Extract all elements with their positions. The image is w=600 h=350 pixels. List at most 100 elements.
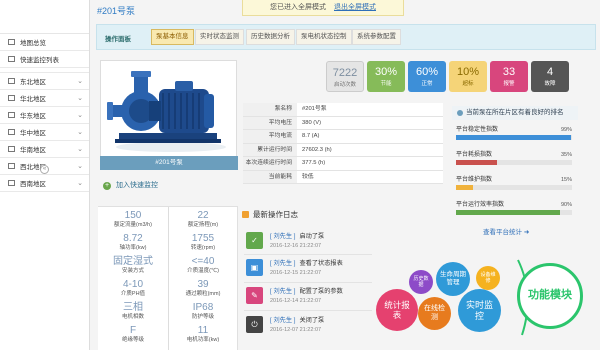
sidebar-item-northeast[interactable]: 东北地区 ⌄ xyxy=(0,73,89,90)
folder-icon xyxy=(8,163,15,169)
info-key: 平均电压 xyxy=(243,116,297,129)
spec-label: 电机功率(kw) xyxy=(186,337,220,343)
indicator-header: 当前泵在所在片区有着良好的排名 xyxy=(452,106,578,120)
log-item: ✎ [ 刘先生 ] 配置了泵的参数 2016-12-14 21:22:07 xyxy=(244,284,364,308)
info-value: 377.5 (h) xyxy=(297,157,443,170)
log-user[interactable]: [ 刘先生 ] xyxy=(270,317,295,324)
indicator-maintenance: 平台维护指数 15% xyxy=(456,176,572,190)
sidebar-item-label: 东北地区 xyxy=(20,79,46,86)
spec-cell: 固定湿式 安装方式 xyxy=(98,256,168,275)
indicator-track xyxy=(456,135,572,140)
spec-cell: 8.72 轴功率(kw) xyxy=(98,233,168,252)
chevron-down-icon: ⌄ xyxy=(77,95,83,102)
pump-image xyxy=(107,71,226,152)
spec-cell: 4-10 介质PH值 xyxy=(98,279,168,298)
spec-label: 轴功率(kw) xyxy=(119,245,147,251)
spec-cell: IP68 防护等级 xyxy=(168,302,238,321)
indicator-label: 平台耗损指数 xyxy=(456,152,493,158)
indicator-title: 当前泵在所在片区有着良好的排名 xyxy=(466,109,564,116)
log-user[interactable]: [ 刘先生 ] xyxy=(270,233,295,240)
tab-history-analysis[interactable]: 历史数据分析 xyxy=(246,29,295,45)
sidebar-item-quick-monitor[interactable]: 快速监控列表 xyxy=(0,51,89,68)
log-user[interactable]: [ 刘先生 ] xyxy=(270,288,295,295)
log-time: 2016-12-07 21:22:07 xyxy=(270,327,322,333)
bubble-history-data[interactable]: 历史数据 xyxy=(409,270,433,294)
log-action: 关闭了泵 xyxy=(299,317,325,324)
spec-value: IP68 xyxy=(192,302,214,313)
bubble-function-module[interactable]: 功能模块 xyxy=(517,263,583,329)
view-statistics-link[interactable]: 查看平台统计 ➜ xyxy=(483,226,529,236)
add-quick-monitor-button[interactable]: + 加入快速监控 xyxy=(103,180,158,190)
stat-label: 报警 xyxy=(503,81,515,87)
tab-motor-control[interactable]: 泵电机状态控制 xyxy=(296,29,352,45)
info-row: 本次连续运行时间 377.5 (h) xyxy=(243,157,443,171)
bubble-statistics-report[interactable]: 统计报表 xyxy=(376,289,418,331)
indicator-label: 平台维护指数 xyxy=(456,177,493,183)
spec-cell: 1755 转速(rpm) xyxy=(168,233,238,252)
log-item: ⏻ [ 刘先生 ] 关闭了泵 2016-12-07 21:22:07 xyxy=(244,313,364,337)
info-value: 27602.3 (h) xyxy=(297,143,443,156)
sidebar-item-southwest[interactable]: 西南地区 ⌄ xyxy=(0,175,89,192)
bubble-lifecycle[interactable]: 生命周期管理 xyxy=(436,262,470,296)
bubble-equipment-repair[interactable]: 设备维修 xyxy=(476,266,500,290)
chevron-down-icon: ⌄ xyxy=(77,78,83,85)
stat-value: 30% xyxy=(374,66,398,78)
sidebar-item-east[interactable]: 华东地区 ⌄ xyxy=(0,107,89,124)
sidebar-item-south[interactable]: 华南地区 ⌄ xyxy=(0,141,89,158)
spec-label: 防护等级 xyxy=(191,314,214,320)
tab-basic-info[interactable]: 泵基本信息 xyxy=(151,29,194,45)
stat-exceed: 10% 超标 xyxy=(449,61,487,92)
spec-cell: F 绝缘等级 xyxy=(98,325,168,344)
spec-value: <=40 xyxy=(191,256,215,267)
spec-cell: <=40 介质温度(℃) xyxy=(168,256,238,275)
sidebar: 地图总览 快速监控列表 东北地区 ⌄ 华北地区 ⌄ 华东地区 ⌄ 华中地区 ⌄ 华南地区… xyxy=(0,0,90,350)
sidebar-item-label: 华中地区 xyxy=(20,130,46,137)
bubble-online-detection[interactable]: 在线检测 xyxy=(418,297,451,330)
pump-info-table: 泵名称 #201号泵 平均电压 380 (V) 平均电流 8.7 (A) 累计运行时间… xyxy=(243,103,443,184)
tab-system-config[interactable]: 系统参数配置 xyxy=(352,29,401,45)
sidebar-item-central[interactable]: 华中地区 ⌄ xyxy=(0,124,89,141)
operation-panel: 操作面板 泵基本信息 实时状态监测 历史数据分析 泵电机状态控制 系统参数配置 xyxy=(96,24,596,50)
spec-value: 1755 xyxy=(191,233,215,244)
info-row: 泵名称 #201号泵 xyxy=(243,103,443,117)
spec-cell: 11 电机功率(kw) xyxy=(168,325,238,344)
exit-fullscreen-link[interactable]: 退出全屏模式 xyxy=(334,4,376,11)
folder-icon xyxy=(8,129,15,135)
log-time: 2016-12-16 21:22:07 xyxy=(270,243,322,249)
rss-icon xyxy=(242,211,249,218)
info-key: 平均电流 xyxy=(243,130,297,143)
indicator-percent: 99% xyxy=(560,127,572,133)
stat-label: 启动次数 xyxy=(333,82,356,88)
spec-label: 电机相数 xyxy=(121,314,144,320)
sidebar-item-north[interactable]: 华北地区 ⌄ xyxy=(0,90,89,107)
tab-realtime-monitor[interactable]: 实时状态监测 xyxy=(195,29,244,45)
sidebar-item-label: 华东地区 xyxy=(20,113,46,120)
spec-value: 39 xyxy=(197,279,209,290)
operation-panel-label: 操作面板 xyxy=(105,36,131,43)
spec-value: F xyxy=(129,325,137,336)
list-icon xyxy=(8,56,15,62)
sidebar-item-map-overview[interactable]: 地图总览 xyxy=(0,34,89,51)
sidebar-header xyxy=(0,0,89,34)
stat-label: 正常 xyxy=(421,81,433,87)
chevron-down-icon: ⌄ xyxy=(77,129,83,136)
stat-start-count: 7222 启动次数 xyxy=(326,61,364,92)
info-value: 380 (V) xyxy=(297,116,443,129)
log-user[interactable]: [ 刘先生 ] xyxy=(270,260,295,267)
spec-value: 8.72 xyxy=(123,233,143,244)
folder-icon xyxy=(8,95,15,101)
image-icon: ▣ xyxy=(246,259,263,276)
bubble-realtime-monitor[interactable]: 实时监控 xyxy=(458,289,501,332)
stat-value: 4 xyxy=(546,66,554,78)
sidebar-collapse-button[interactable]: « xyxy=(40,165,49,174)
stat-energy-saving: 30% 节能 xyxy=(367,61,405,92)
pump-image-panel xyxy=(100,60,237,169)
indicator-label: 平台运行效率指数 xyxy=(456,202,505,208)
page-title: #201号泵 xyxy=(97,6,136,16)
chevron-down-icon: ⌄ xyxy=(77,112,83,119)
stat-label: 超标 xyxy=(462,81,474,87)
spec-label: 介质温度(℃) xyxy=(187,268,219,274)
indicator-bullet-icon xyxy=(457,110,463,116)
check-icon: ✓ xyxy=(246,232,263,249)
sidebar-item-label: 华北地区 xyxy=(20,96,46,103)
